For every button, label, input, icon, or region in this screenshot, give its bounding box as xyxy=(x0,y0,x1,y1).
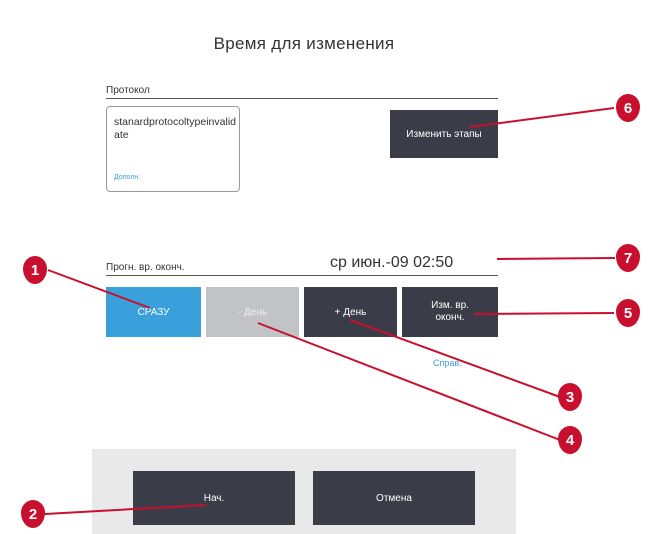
callout-line-4 xyxy=(257,322,561,441)
callout-line-2 xyxy=(44,504,207,515)
callout-line-3 xyxy=(349,319,561,398)
callout-lines xyxy=(44,107,616,515)
callout-line-7 xyxy=(496,257,616,260)
callout-line-6 xyxy=(469,107,615,128)
callout-line-5 xyxy=(473,312,615,315)
callout-line-1 xyxy=(47,269,151,309)
